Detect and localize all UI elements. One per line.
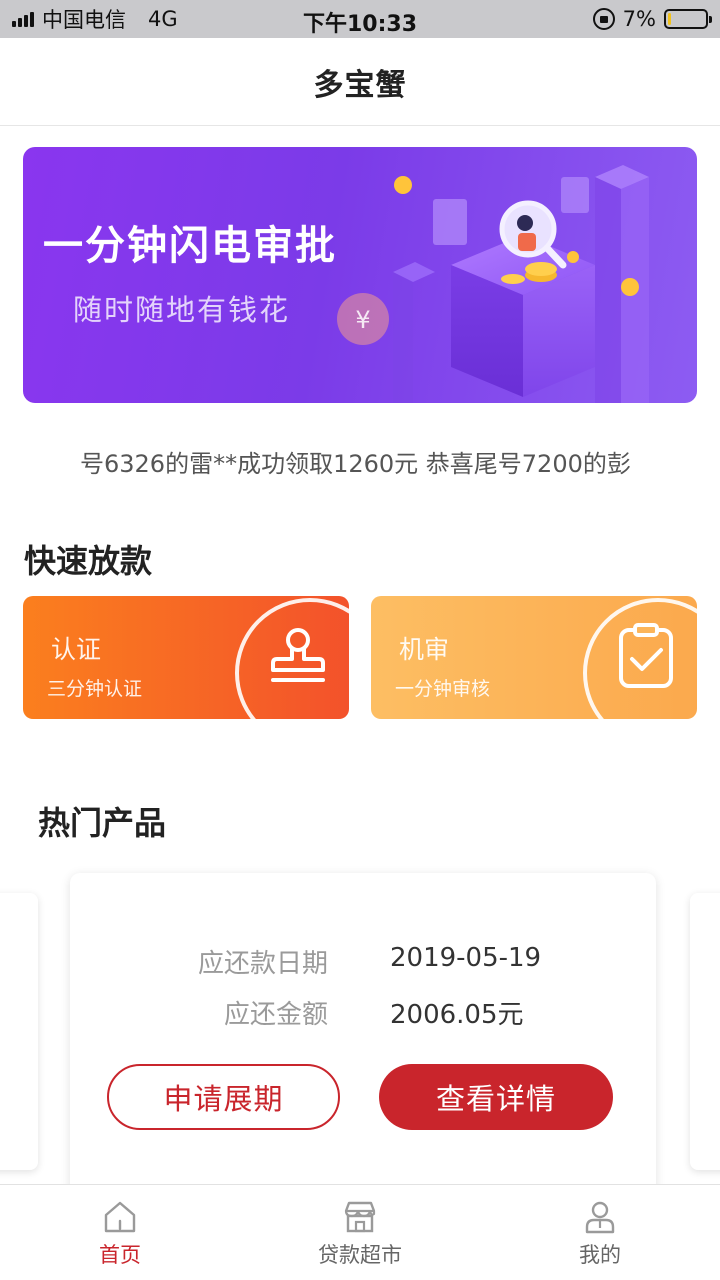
status-bar: 中国电信 4G 下午10:33 7% — [0, 0, 720, 38]
machine-review-title: 机审 — [399, 635, 450, 664]
svg-text:¥: ¥ — [355, 306, 370, 334]
machine-review-subtitle: 一分钟审核 — [395, 678, 491, 700]
nav-bar: 多宝蟹 — [0, 38, 720, 126]
banner-illustration: ¥ — [337, 165, 649, 403]
tab-loan-market-label: 贷款超市 — [318, 1243, 402, 1267]
prev-product-card[interactable] — [0, 893, 38, 1170]
battery-fill — [668, 13, 671, 25]
amount-value: 2006.05元 — [390, 1000, 524, 1030]
tab-loan-market[interactable]: 贷款超市 — [240, 1185, 480, 1280]
product-card: 应还款日期 2019-05-19 应还金额 2006.05元 申请展期 查看详情 — [70, 873, 656, 1203]
clipboard-check-icon — [619, 623, 673, 688]
amount-label: 应还金额 — [223, 1000, 328, 1030]
tab-home-label: 首页 — [99, 1243, 141, 1267]
tab-mine[interactable]: 我的 — [480, 1185, 720, 1280]
tab-mine-label: 我的 — [579, 1243, 621, 1267]
promo-banner[interactable]: 一分钟闪电审批 随时随地有钱花 ¥ — [23, 147, 697, 403]
due-date-label: 应还款日期 — [197, 949, 328, 979]
hot-products-title: 热门产品 — [38, 804, 167, 842]
winner-ticker: 号6326的雷**成功领取1260元 恭喜尾号7200的彭 — [0, 440, 720, 480]
machine-review-card[interactable]: 机审 一分钟审核 — [371, 596, 697, 719]
status-right: 7% — [592, 0, 712, 38]
banner-subtitle: 随时随地有钱花 — [73, 293, 291, 327]
tab-home[interactable]: 首页 — [0, 1185, 240, 1280]
certify-card-subtitle: 三分钟认证 — [47, 678, 143, 700]
orientation-lock-icon — [592, 8, 615, 30]
banner-title: 一分钟闪电审批 — [43, 223, 337, 269]
view-details-button[interactable]: 查看详情 — [379, 1064, 613, 1130]
due-date-value: 2019-05-19 — [390, 943, 542, 973]
certify-card[interactable]: 认证 三分钟认证 — [23, 596, 349, 719]
apply-extension-button[interactable]: 申请展期 — [107, 1064, 340, 1130]
user-icon — [585, 1201, 615, 1234]
certify-card-title: 认证 — [51, 635, 102, 664]
store-icon — [344, 1201, 376, 1233]
battery-icon — [664, 9, 712, 29]
battery-percent: 7% — [622, 7, 656, 31]
page-title: 多宝蟹 — [313, 67, 407, 103]
quick-loan-title: 快速放款 — [24, 542, 153, 580]
ticker-text: 号6326的雷**成功领取1260元 恭喜尾号7200的彭 — [80, 450, 631, 478]
tab-bar: 首页 贷款超市 我的 — [0, 1184, 720, 1280]
home-icon — [104, 1201, 136, 1233]
next-product-card[interactable] — [690, 893, 720, 1170]
stamp-icon — [271, 628, 325, 682]
